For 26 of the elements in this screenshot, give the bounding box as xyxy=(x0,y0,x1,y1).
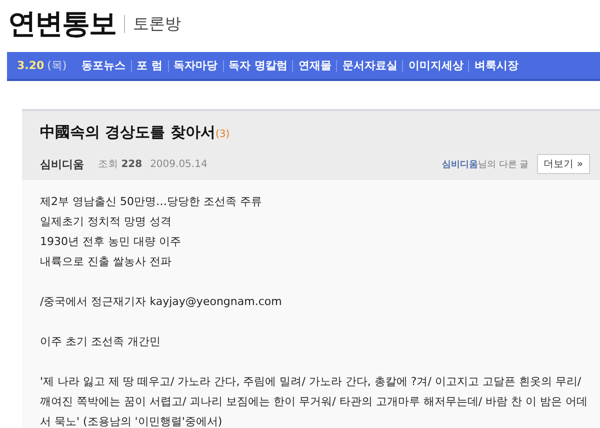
site-logo[interactable]: 연변통보 xyxy=(8,5,116,43)
nav-date: 3.20 xyxy=(17,59,44,72)
nav-link[interactable]: 이미지세상 xyxy=(403,58,468,73)
other-posts-label: 심비디움님의 다른 글 xyxy=(442,158,529,170)
nav-weekday: (목) xyxy=(47,58,67,73)
body-text: 이주 초기 조선족 개간민 xyxy=(40,334,162,350)
body-text: /중국에서 정근재기자 kayjay@yeongnam.com xyxy=(40,294,283,310)
nav-link[interactable]: 동포뉴스 xyxy=(76,58,131,73)
nav-link[interactable]: 독자 명칼럼 xyxy=(224,58,292,73)
more-button[interactable]: 더보기 » xyxy=(536,154,590,174)
post-date: 2009.05.14 xyxy=(150,158,208,170)
author-name[interactable]: 심비디움 xyxy=(40,156,84,172)
other-posts-link[interactable]: 심비디움 xyxy=(442,160,478,170)
post-title: 中國속의 경상도를 찾아서(3) xyxy=(40,123,231,142)
body-text: 제2부 영남출신 50만명…당당한 조선족 주류 xyxy=(40,194,263,210)
nav-link[interactable]: 문서자료실 xyxy=(337,58,402,73)
view-count: 조회 228 xyxy=(98,158,142,171)
nav-link[interactable]: 연재물 xyxy=(293,58,336,73)
section-title: 토론방 xyxy=(133,14,181,34)
nav-link[interactable]: 독자마당 xyxy=(168,58,223,73)
body-text: 1930년 전후 농민 대량 이주 xyxy=(40,234,182,250)
body-text: 내륙으로 진출 쌀농사 전파 xyxy=(40,254,172,270)
nav-link[interactable]: 벼룩시장 xyxy=(469,58,524,73)
body-text: 일제초기 정치적 망명 성격 xyxy=(40,214,172,230)
nav-link[interactable]: 포 럼 xyxy=(132,58,168,73)
body-text: '제 나라 잃고 제 땅 떼우고/ 가노라 간다, 주림에 밀려/ 가노라 간다, 총칼에 ?겨/ 이고지고 고달픈 흰옷의 무리/ 깨여진 쪽박에는 꿈이 서렵고/ 괴나리 보짐에는 한이 무거워/ 타관의 고개마루 해저무는데/ 바람 찬 이 밤은 어데서 묵노' (조용남의 '이민행렬'중에서) xyxy=(40,374,589,428)
